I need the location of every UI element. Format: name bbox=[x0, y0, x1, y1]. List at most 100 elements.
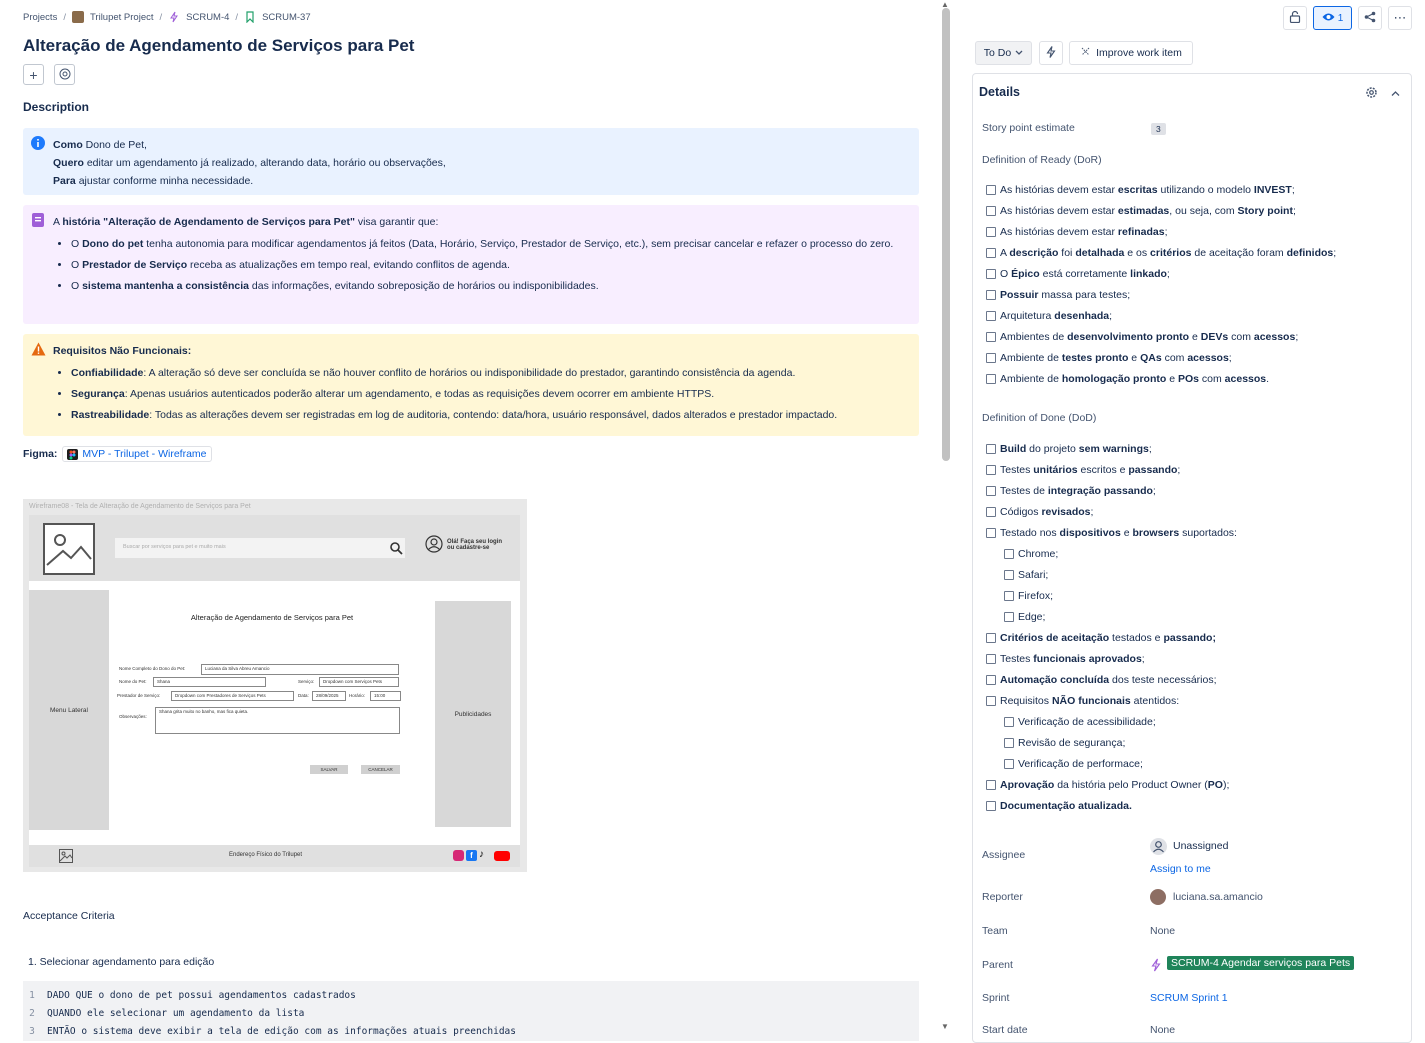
code-block[interactable]: 1 DADO QUE o dono de pet possui agendamen… bbox=[23, 981, 919, 1041]
watch-button[interactable]: 1 bbox=[1313, 6, 1352, 30]
checklist-item-label: Revisão de segurança; bbox=[1018, 737, 1126, 749]
checklist-item[interactable]: Verificação de performace; bbox=[1004, 758, 1143, 770]
lock-icon bbox=[1289, 10, 1301, 26]
parent-link[interactable]: SCRUM-4 Agendar serviços para Pets bbox=[1167, 956, 1355, 970]
checkbox[interactable] bbox=[986, 801, 996, 811]
checklist-item[interactable]: Automação concluída dos teste necessário… bbox=[986, 674, 1217, 686]
checklist-item[interactable]: Testes de integração passando; bbox=[986, 485, 1156, 497]
checkbox[interactable] bbox=[986, 675, 996, 685]
checkbox[interactable] bbox=[986, 633, 996, 643]
acceptance-item: 1. Selecionar agendamento para edição bbox=[28, 956, 215, 968]
story-point-value[interactable]: 3 bbox=[1151, 123, 1166, 135]
checkbox[interactable] bbox=[986, 444, 996, 454]
checkbox[interactable] bbox=[986, 311, 996, 321]
team-value[interactable]: None bbox=[1150, 925, 1175, 937]
wireframe-form-title: Alteração de Agendamento de Serviços par… bbox=[190, 613, 354, 622]
checklist-item[interactable]: Verificação de acessibilidade; bbox=[1004, 716, 1156, 728]
checklist-item[interactable]: Documentação atualizada. bbox=[986, 800, 1132, 812]
reporter-value[interactable]: luciana.sa.amancio bbox=[1173, 891, 1263, 903]
checklist-item[interactable]: Requisitos NÃO funcionais atentidos: bbox=[986, 695, 1179, 707]
checklist-item[interactable]: Ambientes de desenvolvimento pronto e DE… bbox=[986, 331, 1298, 343]
breadcrumb-projects[interactable]: Projects bbox=[23, 12, 57, 23]
checkbox[interactable] bbox=[986, 374, 996, 384]
checkbox[interactable] bbox=[986, 248, 996, 258]
checkbox[interactable] bbox=[986, 486, 996, 496]
checkbox[interactable] bbox=[1004, 549, 1014, 559]
checkbox[interactable] bbox=[986, 185, 996, 195]
checklist-item-label: Códigos revisados; bbox=[1000, 506, 1094, 518]
checklist-item[interactable]: Testes funcionais aprovados; bbox=[986, 653, 1145, 665]
checkbox[interactable] bbox=[986, 696, 996, 706]
epic-lightning-icon bbox=[168, 11, 180, 23]
checklist-item[interactable]: Códigos revisados; bbox=[986, 506, 1093, 518]
checklist-item[interactable]: A descrição foi detalhada e os critérios… bbox=[986, 247, 1336, 259]
breadcrumb-project[interactable]: Trilupet Project bbox=[90, 12, 154, 23]
wf-label: Data: bbox=[298, 693, 309, 698]
checkbox[interactable] bbox=[1004, 717, 1014, 727]
breadcrumb-issue[interactable]: SCRUM-37 bbox=[262, 12, 311, 23]
improve-work-item-button[interactable]: Improve work item bbox=[1069, 41, 1193, 65]
assignee-value[interactable]: Unassigned bbox=[1173, 840, 1228, 852]
chevron-up-icon[interactable] bbox=[1391, 88, 1400, 100]
automation-button[interactable] bbox=[1039, 41, 1063, 65]
checklist-item[interactable]: Revisão de segurança; bbox=[1004, 737, 1125, 749]
restrict-button[interactable] bbox=[1283, 6, 1307, 30]
note-intro: A história "Alteração de Agendamento de … bbox=[53, 213, 909, 231]
checkbox[interactable] bbox=[986, 353, 996, 363]
checkbox[interactable] bbox=[986, 206, 996, 216]
checkbox[interactable] bbox=[986, 465, 996, 475]
checklist-item[interactable]: Testado nos dispositivos e browsers supo… bbox=[986, 527, 1237, 539]
details-title[interactable]: Details bbox=[979, 85, 1020, 99]
checkbox[interactable] bbox=[986, 269, 996, 279]
checkbox[interactable] bbox=[986, 227, 996, 237]
checkbox[interactable] bbox=[1004, 570, 1014, 580]
more-actions-button[interactable]: ⋯ bbox=[1388, 6, 1412, 30]
checklist-item[interactable]: Possuir massa para testes; bbox=[986, 289, 1130, 301]
checklist-item[interactable]: Aprovação da história pelo Product Owner… bbox=[986, 779, 1229, 791]
add-button[interactable]: + bbox=[23, 64, 44, 85]
breadcrumb-epic[interactable]: SCRUM-4 bbox=[186, 12, 229, 23]
checklist-item[interactable]: Ambiente de testes pronto e QAs com aces… bbox=[986, 352, 1232, 364]
scrollbar-thumb[interactable] bbox=[942, 8, 950, 461]
checkbox[interactable] bbox=[986, 528, 996, 538]
checkbox[interactable] bbox=[986, 780, 996, 790]
checklist-item[interactable]: Chrome; bbox=[1004, 548, 1058, 560]
more-icon: ⋯ bbox=[1393, 10, 1407, 25]
checklist-item[interactable]: Testes unitários escritos e passando; bbox=[986, 464, 1180, 476]
start-date-value[interactable]: None bbox=[1150, 1024, 1175, 1036]
checkbox[interactable] bbox=[986, 654, 996, 664]
checklist-item[interactable]: Arquitetura desenhada; bbox=[986, 310, 1112, 322]
checklist-item[interactable]: Ambiente de homologação pronto e POs com… bbox=[986, 373, 1269, 385]
checklist-item[interactable]: Safari; bbox=[1004, 569, 1048, 581]
checkbox[interactable] bbox=[1004, 591, 1014, 601]
page-title[interactable]: Alteração de Agendamento de Serviços par… bbox=[23, 36, 414, 56]
checkbox[interactable] bbox=[986, 332, 996, 342]
share-button[interactable] bbox=[1358, 6, 1382, 30]
warning-list: Confiabilidade: A alteração só deve ser … bbox=[53, 364, 909, 424]
gear-icon[interactable] bbox=[1365, 86, 1378, 102]
checkbox[interactable] bbox=[1004, 759, 1014, 769]
figma-icon bbox=[67, 448, 79, 460]
scroll-down-arrow-icon[interactable]: ▼ bbox=[941, 1022, 949, 1031]
checklist-item[interactable]: Critérios de aceitação testados e passan… bbox=[986, 632, 1216, 644]
note-text: A bbox=[53, 216, 63, 228]
apps-button[interactable] bbox=[54, 64, 75, 85]
checklist-item[interactable]: O Épico está corretamente linkado; bbox=[986, 268, 1170, 280]
checklist-item[interactable]: Build do projeto sem warnings; bbox=[986, 443, 1152, 455]
checklist-item[interactable]: Firefox; bbox=[1004, 590, 1053, 602]
status-dropdown[interactable]: To Do bbox=[975, 41, 1032, 65]
checklist-item[interactable]: As histórias devem estar estimadas, ou s… bbox=[986, 205, 1296, 217]
wireframe-image[interactable]: Wireframe08 - Tela de Alteração de Agend… bbox=[23, 499, 527, 872]
checklist-item[interactable]: Edge; bbox=[1004, 611, 1045, 623]
checklist-item[interactable]: As histórias devem estar refinadas; bbox=[986, 226, 1168, 238]
checkbox[interactable] bbox=[986, 507, 996, 517]
checkbox[interactable] bbox=[986, 290, 996, 300]
warning-bold: Segurança bbox=[71, 388, 125, 400]
checkbox[interactable] bbox=[1004, 738, 1014, 748]
description-heading: Description bbox=[23, 100, 90, 114]
checkbox[interactable] bbox=[1004, 612, 1014, 622]
sprint-link[interactable]: SCRUM Sprint 1 bbox=[1150, 992, 1228, 1004]
assign-to-me-link[interactable]: Assign to me bbox=[1150, 863, 1211, 875]
figma-link[interactable]: MVP - Trilupet - Wireframe bbox=[62, 446, 212, 462]
checklist-item[interactable]: As histórias devem estar escritas utiliz… bbox=[986, 184, 1295, 196]
